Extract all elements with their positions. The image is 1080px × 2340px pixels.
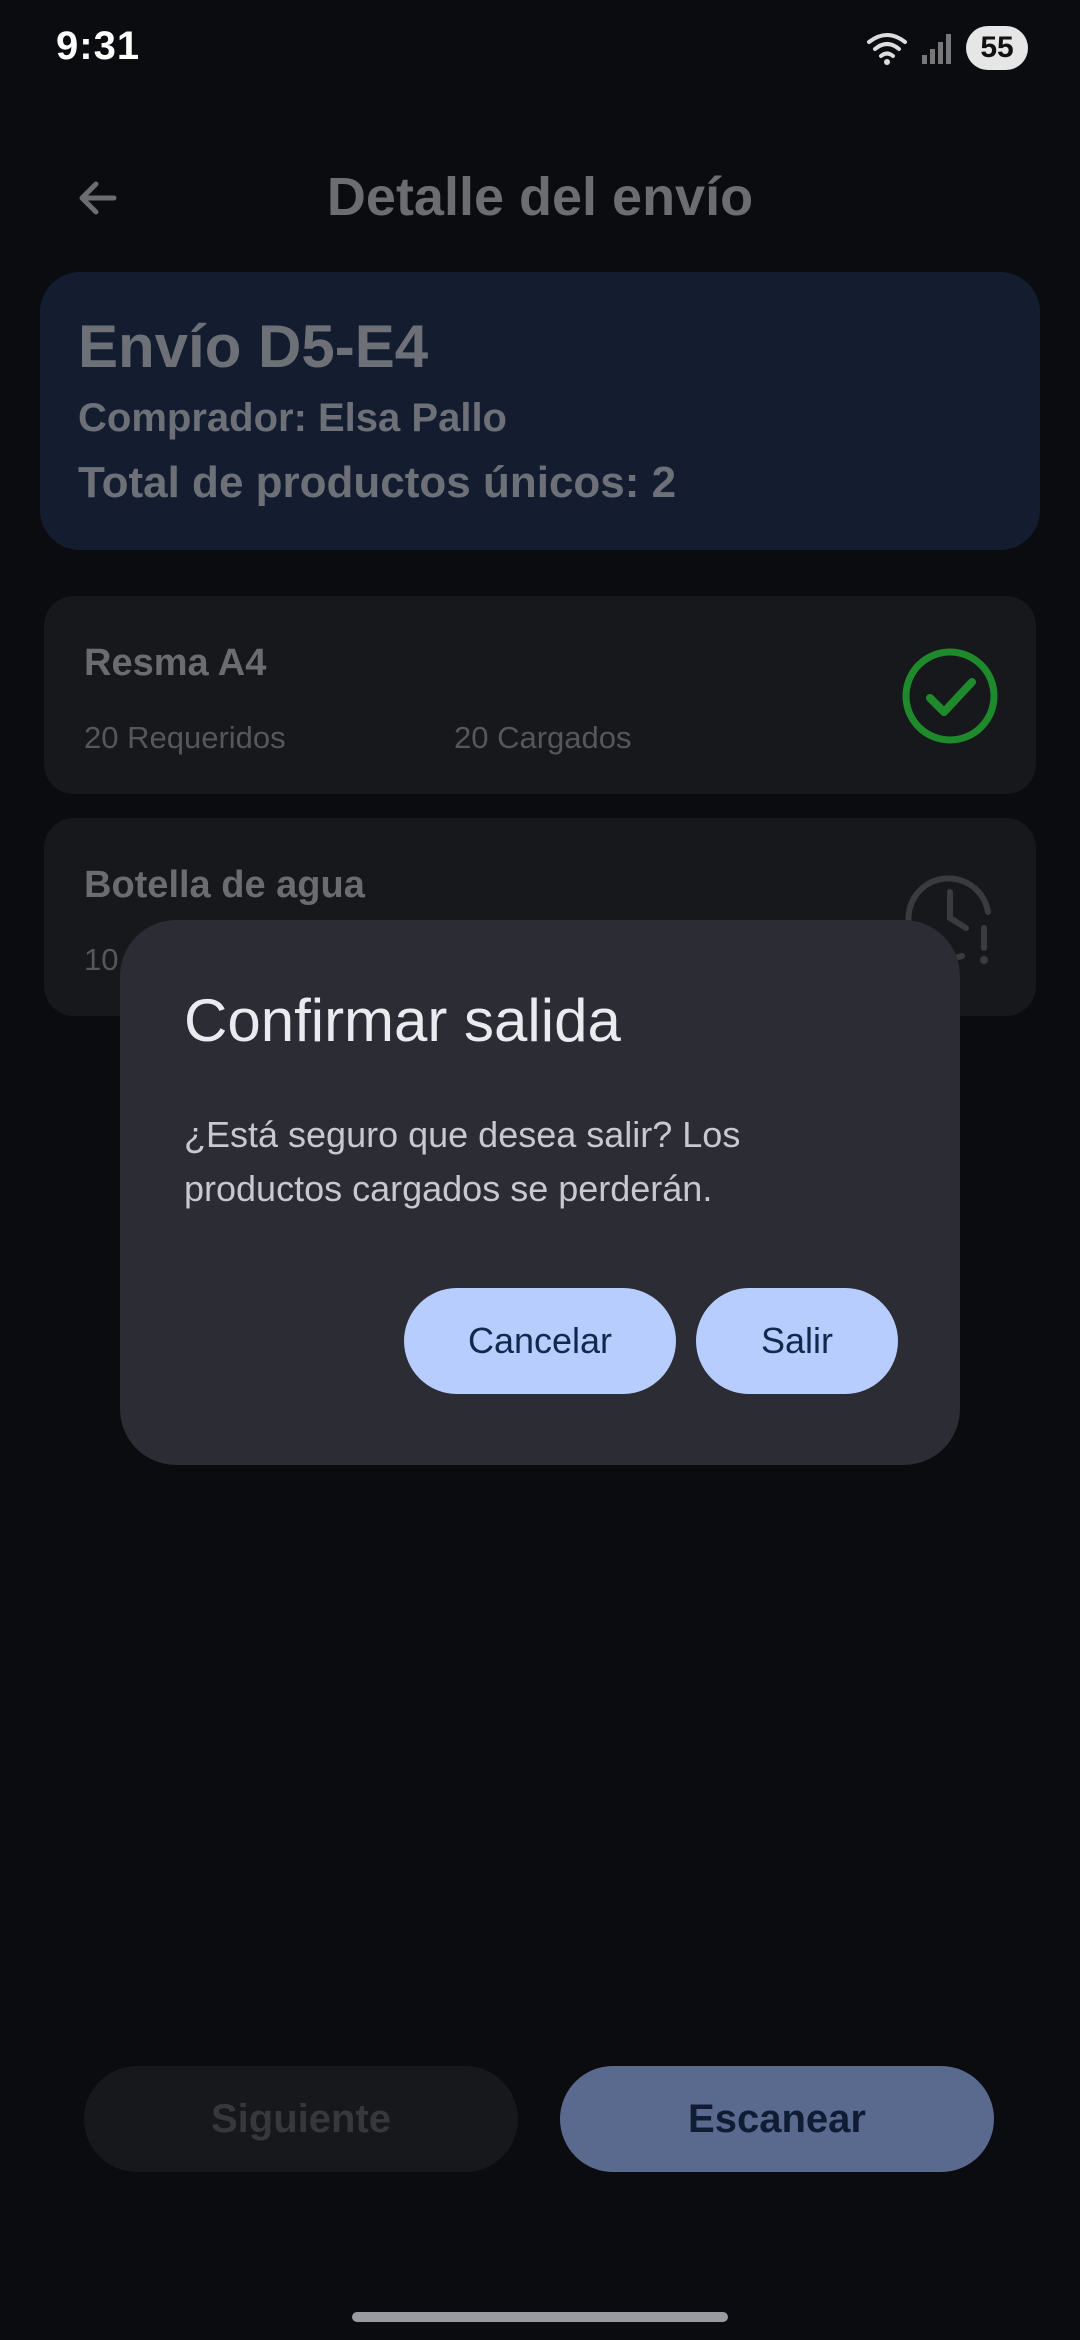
shipment-title: Envío D5-E4 xyxy=(78,313,429,380)
shipment-summary-card: Envío D5-E4 Comprador: Elsa Pallo Total … xyxy=(40,272,1040,550)
product-name: Resma A4 xyxy=(84,642,267,684)
dialog-title: Confirmar salida xyxy=(184,987,621,1054)
product-required: 20 Requeridos xyxy=(84,720,286,755)
next-button[interactable]: Siguiente xyxy=(84,2066,518,2172)
confirm-exit-dialog: Confirmar salida ¿Está seguro que desea … xyxy=(120,920,960,1465)
wifi-icon xyxy=(867,33,907,65)
status-bar: 9:31 55 xyxy=(0,0,1080,96)
scan-button[interactable]: Escanear xyxy=(560,2066,994,2172)
product-loaded: 20 Cargados xyxy=(454,720,632,755)
cancel-button[interactable]: Cancelar xyxy=(404,1288,676,1394)
buyer-label: Comprador: Elsa Pallo xyxy=(78,396,507,440)
battery-indicator: 55 xyxy=(966,26,1028,70)
top-bar: Detalle del envío xyxy=(0,150,1080,246)
signal-icon xyxy=(922,34,951,64)
product-name: Botella de agua xyxy=(84,864,365,906)
product-card[interactable]: Resma A4 20 Requeridos 20 Cargados xyxy=(44,596,1036,794)
check-circle-icon xyxy=(902,648,998,744)
unique-products-total: Total de productos únicos: 2 xyxy=(78,458,677,507)
exit-button[interactable]: Salir xyxy=(696,1288,898,1394)
home-indicator[interactable] xyxy=(352,2312,728,2322)
status-time: 9:31 xyxy=(56,24,141,68)
page-title: Detalle del envío xyxy=(326,167,754,227)
dialog-message: ¿Está seguro que desea salir? Los produc… xyxy=(184,1114,741,1209)
status-icons: 55 xyxy=(866,24,1028,72)
